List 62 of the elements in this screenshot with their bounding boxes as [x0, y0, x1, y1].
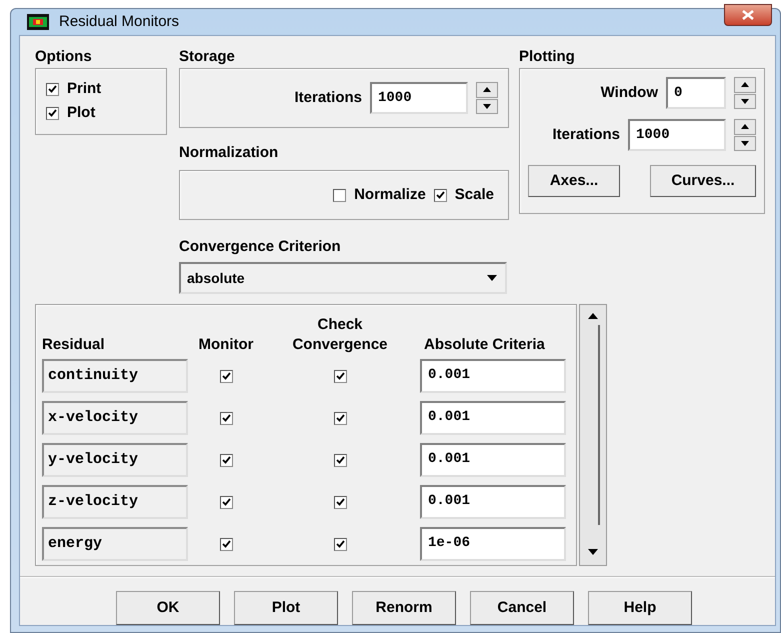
- close-icon: [742, 10, 754, 20]
- checkbox-label: Normalize: [354, 184, 426, 205]
- plot-curves-button[interactable]: Curves...: [650, 165, 756, 197]
- group-title: Normalization: [179, 143, 280, 163]
- iterations-field[interactable]: 1000: [370, 82, 468, 114]
- checkbox[interactable]: [220, 496, 232, 508]
- window-field[interactable]: 0: [666, 77, 726, 109]
- group-title: Storage: [179, 47, 236, 67]
- close-button[interactable]: [724, 4, 772, 26]
- residual-name-field: y-velocity: [42, 443, 188, 477]
- group-title: Options: [35, 47, 93, 67]
- dropdown-arrow-icon: [487, 275, 497, 281]
- checkbox[interactable]: [334, 496, 346, 508]
- dialog-button[interactable]: Renorm: [352, 591, 456, 625]
- scroll-down-icon: [588, 549, 598, 555]
- checkbox[interactable]: [334, 412, 346, 424]
- criteria-field[interactable]: 0.001: [420, 443, 566, 477]
- plot-axes-button[interactable]: Axes...: [528, 165, 620, 197]
- checkbox[interactable]: [334, 370, 346, 382]
- checkbox[interactable]: [220, 538, 232, 550]
- scrollbar[interactable]: [579, 304, 607, 566]
- checkbox[interactable]: [46, 106, 59, 120]
- criteria-field[interactable]: 1e-06: [420, 527, 566, 561]
- window-title: Residual Monitors: [59, 12, 180, 32]
- scroll-up-icon: [588, 313, 598, 319]
- column-header: Residual: [42, 335, 106, 355]
- checkbox[interactable]: [334, 538, 346, 550]
- field-label: Iterations: [294, 88, 362, 108]
- spinner-buttons[interactable]: [734, 77, 756, 109]
- field-label: Convergence Criterion: [179, 237, 342, 257]
- dialog-button[interactable]: Cancel: [470, 591, 574, 625]
- checkbox-label: Plot: [67, 102, 96, 123]
- checkbox[interactable]: [334, 454, 346, 466]
- spinner-buttons[interactable]: [476, 82, 498, 114]
- app-icon: [27, 14, 49, 30]
- criteria-field[interactable]: 0.001: [420, 485, 566, 519]
- group-title: Plotting: [519, 47, 576, 67]
- spinner-buttons[interactable]: [734, 119, 756, 151]
- dialog-button[interactable]: OK: [116, 591, 220, 625]
- criteria-field[interactable]: 0.001: [420, 401, 566, 435]
- column-header: Monitor: [198, 335, 254, 355]
- field-label: Window: [600, 82, 658, 103]
- checkbox[interactable]: [333, 188, 346, 202]
- checkbox-label: Scale: [454, 184, 494, 205]
- checkbox-label: Print: [67, 78, 102, 99]
- criterion-dropdown[interactable]: absolute: [179, 262, 507, 294]
- checkbox[interactable]: [220, 454, 232, 466]
- criteria-field[interactable]: 0.001: [420, 359, 566, 393]
- iterations-field[interactable]: 1000: [628, 119, 726, 151]
- checkbox[interactable]: [46, 82, 59, 96]
- residual-name-field: energy: [42, 527, 188, 561]
- residual-name-field: x-velocity: [42, 401, 188, 435]
- field-label: Iterations: [552, 124, 620, 145]
- checkbox[interactable]: [220, 412, 232, 424]
- column-header: Check Convergence: [291, 315, 389, 355]
- checkbox[interactable]: [434, 188, 447, 202]
- dialog-button[interactable]: Plot: [234, 591, 338, 625]
- residual-name-field: z-velocity: [42, 485, 188, 519]
- residual-name-field: continuity: [42, 359, 188, 393]
- column-header: Absolute Criteria: [423, 335, 546, 355]
- checkbox[interactable]: [220, 370, 232, 382]
- dialog-button[interactable]: Help: [588, 591, 692, 625]
